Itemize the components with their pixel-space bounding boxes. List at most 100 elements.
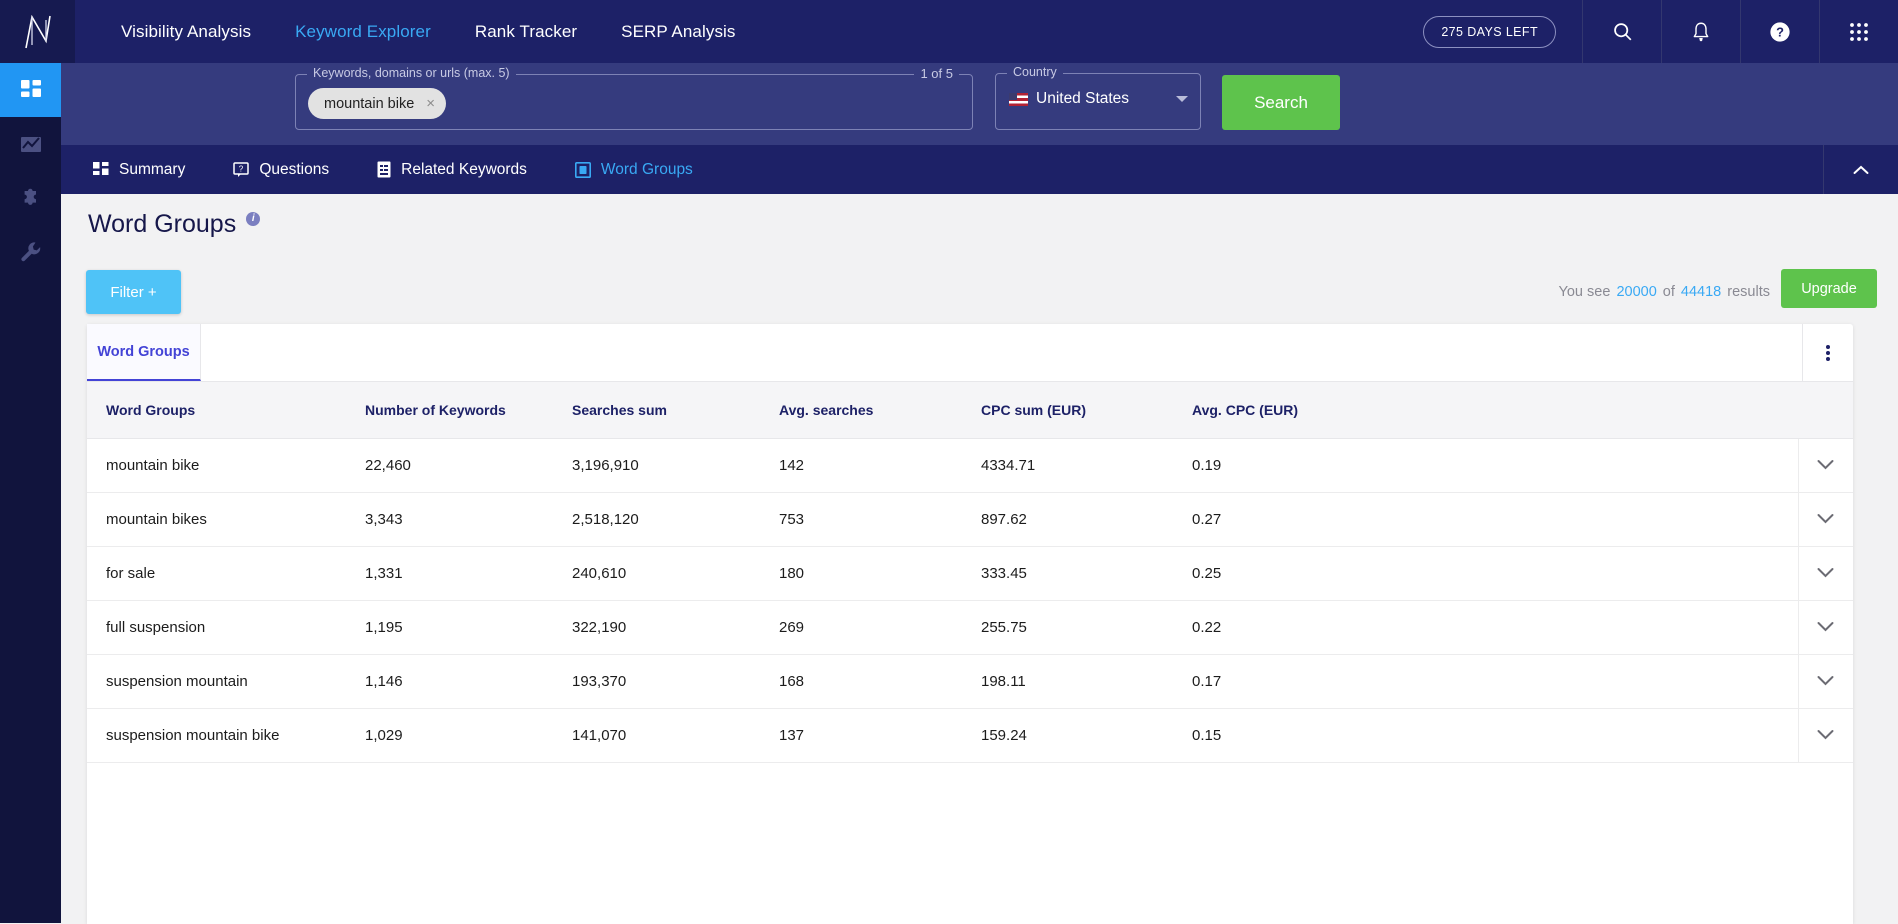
table-row[interactable]: suspension mountain bike 1,029 141,070 1… xyxy=(87,708,1853,763)
collapse-panel-button[interactable] xyxy=(1823,145,1898,194)
tab-related-keywords[interactable]: Related Keywords xyxy=(377,161,527,179)
table-body: mountain bike 22,460 3,196,910 142 4334.… xyxy=(87,438,1853,763)
upgrade-button[interactable]: Upgrade xyxy=(1781,269,1877,308)
results-prefix: You see xyxy=(1558,284,1611,300)
column-header-avg-cpc[interactable]: Avg. CPC (EUR) xyxy=(1173,382,1798,439)
chart-icon xyxy=(20,137,41,152)
sidebar-item-extensions[interactable] xyxy=(0,171,61,225)
cell-searches-sum: 2,518,120 xyxy=(553,492,760,547)
cell-number-of-keywords: 22,460 xyxy=(346,438,553,493)
keywords-field[interactable]: Keywords, domains or urls (max. 5) 1 of … xyxy=(295,66,973,130)
cell-avg-cpc: 0.19 xyxy=(1173,438,1798,493)
cell-avg-cpc: 0.25 xyxy=(1173,546,1798,601)
tab-questions-label: Questions xyxy=(259,160,330,178)
country-select[interactable]: Country United States xyxy=(995,65,1201,130)
cell-searches-sum: 193,370 xyxy=(553,654,760,709)
chevron-down-icon xyxy=(1817,459,1834,469)
row-expand-button[interactable] xyxy=(1797,654,1853,709)
cell-avg-searches: 753 xyxy=(760,492,962,547)
country-selected-value: United States xyxy=(1036,90,1130,107)
column-header-word-groups[interactable]: Word Groups xyxy=(87,382,346,439)
cell-number-of-keywords: 1,331 xyxy=(346,546,553,601)
chevron-down-icon xyxy=(1817,675,1834,685)
nav-link-visibility-analysis[interactable]: Visibility Analysis xyxy=(99,22,273,42)
left-sidebar xyxy=(0,63,61,923)
chevron-down-icon[interactable] xyxy=(1176,96,1188,102)
nav-link-rank-tracker[interactable]: Rank Tracker xyxy=(453,22,599,42)
cell-cpc-sum: 198.11 xyxy=(962,654,1173,709)
cell-searches-sum: 141,070 xyxy=(553,708,760,763)
search-icon-button[interactable] xyxy=(1582,0,1661,63)
chevron-down-icon xyxy=(1817,729,1834,739)
nav-link-serp-analysis[interactable]: SERP Analysis xyxy=(599,22,757,42)
table-options-button[interactable] xyxy=(1802,324,1853,381)
row-expand-button[interactable] xyxy=(1797,600,1853,655)
keyword-chip-remove-icon[interactable]: × xyxy=(426,96,435,111)
column-header-expand xyxy=(1798,382,1853,439)
column-header-number-of-keywords[interactable]: Number of Keywords xyxy=(346,382,553,439)
tab-questions[interactable]: ? Questions xyxy=(233,161,329,179)
row-expand-button[interactable] xyxy=(1797,708,1853,763)
sidebar-item-tools[interactable] xyxy=(0,225,61,279)
results-count-text: You see 20000 of 44418 results xyxy=(1559,284,1770,300)
tab-summary-label: Summary xyxy=(119,160,186,178)
bell-icon xyxy=(1693,22,1709,41)
keywords-field-legend: Keywords, domains or urls (max. 5) xyxy=(307,66,516,80)
page-title-text: Word Groups xyxy=(88,210,237,238)
apps-grid-icon xyxy=(1850,22,1868,41)
column-header-cpc-sum[interactable]: CPC sum (EUR) xyxy=(962,382,1173,439)
brand-logo[interactable] xyxy=(0,0,75,63)
cell-word-group: suspension mountain xyxy=(87,654,346,709)
notifications-button[interactable] xyxy=(1661,0,1740,63)
table-row[interactable]: mountain bike 22,460 3,196,910 142 4334.… xyxy=(87,438,1853,493)
cell-searches-sum: 3,196,910 xyxy=(553,438,760,493)
cell-cpc-sum: 897.62 xyxy=(962,492,1173,547)
cell-word-group: full suspension xyxy=(87,600,346,655)
chevron-down-icon xyxy=(1817,621,1834,631)
sidebar-item-dashboard[interactable] xyxy=(0,63,61,117)
row-expand-button[interactable] xyxy=(1797,438,1853,493)
info-icon[interactable]: i xyxy=(246,211,261,226)
filter-button[interactable]: Filter + xyxy=(86,270,181,314)
cell-number-of-keywords: 1,029 xyxy=(346,708,553,763)
country-field-legend: Country xyxy=(1007,65,1063,79)
cell-avg-cpc: 0.22 xyxy=(1173,600,1798,655)
cell-cpc-sum: 255.75 xyxy=(962,600,1173,655)
days-left-badge[interactable]: 275 DAYS LEFT xyxy=(1423,15,1556,48)
word-groups-icon xyxy=(574,161,591,178)
puzzle-icon xyxy=(24,188,36,205)
column-header-avg-searches[interactable]: Avg. searches xyxy=(760,382,962,439)
svg-text:?: ? xyxy=(1776,24,1784,39)
kebab-menu-icon xyxy=(1826,343,1830,363)
word-groups-table: Word Groups Number of Keywords Searches … xyxy=(87,382,1853,763)
table-row[interactable]: full suspension 1,195 322,190 269 255.75… xyxy=(87,600,1853,655)
logo-icon xyxy=(24,14,51,48)
primary-nav-links: Visibility Analysis Keyword Explorer Ran… xyxy=(99,22,758,42)
table-row[interactable]: mountain bikes 3,343 2,518,120 753 897.6… xyxy=(87,492,1853,547)
tab-summary[interactable]: Summary xyxy=(93,161,185,179)
nav-link-keyword-explorer[interactable]: Keyword Explorer xyxy=(273,22,453,42)
dashboard-icon xyxy=(20,80,41,97)
cell-avg-searches: 269 xyxy=(760,600,962,655)
help-button[interactable]: ? xyxy=(1740,0,1819,63)
results-suffix: results xyxy=(1727,284,1770,300)
tab-word-groups[interactable]: Word Groups xyxy=(574,161,693,179)
table-row[interactable]: suspension mountain 1,146 193,370 168 19… xyxy=(87,654,1853,709)
chevron-down-icon xyxy=(1817,567,1834,577)
table-row[interactable]: for sale 1,331 240,610 180 333.45 0.25 xyxy=(87,546,1853,601)
kebab-dot xyxy=(1826,356,1830,361)
keyword-chip[interactable]: mountain bike × xyxy=(308,88,447,119)
apps-grid-button[interactable] xyxy=(1819,0,1898,63)
column-header-searches-sum[interactable]: Searches sum xyxy=(553,382,760,439)
cell-word-group: mountain bikes xyxy=(87,492,346,547)
grid-icon xyxy=(93,161,109,178)
table-header-row: Word Groups Number of Keywords Searches … xyxy=(87,382,1853,439)
main-content: Word Groups i Filter + You see 20000 of … xyxy=(61,194,1898,924)
card-tab-word-groups[interactable]: Word Groups xyxy=(87,324,201,381)
sidebar-item-analytics[interactable] xyxy=(0,117,61,171)
row-expand-button[interactable] xyxy=(1797,492,1853,547)
table-head: Word Groups Number of Keywords Searches … xyxy=(87,382,1853,439)
row-expand-button[interactable] xyxy=(1797,546,1853,601)
cell-cpc-sum: 4334.71 xyxy=(962,438,1173,493)
search-button[interactable]: Search xyxy=(1222,75,1340,130)
